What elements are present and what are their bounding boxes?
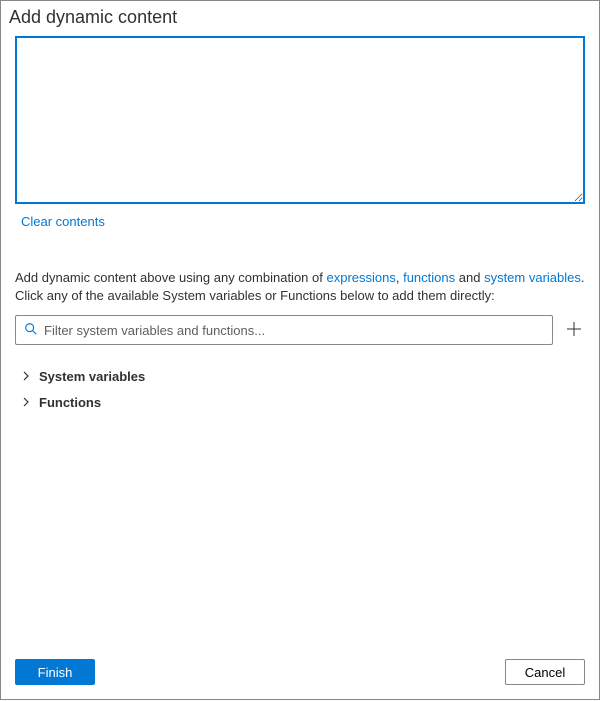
dialog-title: Add dynamic content (1, 1, 599, 36)
help-text-prefix: Add dynamic content above using any comb… (15, 270, 326, 285)
help-text-comma: , (396, 270, 403, 285)
dialog-content: Clear contents Add dynamic content above… (1, 36, 599, 647)
cancel-button[interactable]: Cancel (505, 659, 585, 685)
clear-contents-link[interactable]: Clear contents (21, 214, 105, 229)
search-icon (24, 322, 44, 339)
filter-input[interactable] (44, 323, 544, 338)
functions-link[interactable]: functions (403, 270, 455, 285)
filter-box[interactable] (15, 315, 553, 345)
add-dynamic-content-dialog: Add dynamic content Clear contents Add d… (0, 0, 600, 700)
system-variables-link[interactable]: system variables (484, 270, 581, 285)
help-text-and: and (455, 270, 484, 285)
tree-item-system-variables[interactable]: System variables (15, 363, 585, 389)
plus-icon (566, 321, 582, 340)
filter-row (15, 315, 585, 345)
expressions-link[interactable]: expressions (326, 270, 395, 285)
add-button[interactable] (563, 319, 585, 341)
finish-button[interactable]: Finish (15, 659, 95, 685)
tree-label-system-variables: System variables (39, 369, 145, 384)
dynamic-content-editor[interactable] (15, 36, 585, 204)
tree: System variables Functions (15, 363, 585, 415)
help-text: Add dynamic content above using any comb… (15, 269, 585, 305)
chevron-right-icon (21, 369, 39, 384)
chevron-right-icon (21, 395, 39, 410)
tree-item-functions[interactable]: Functions (15, 389, 585, 415)
dialog-footer: Finish Cancel (1, 647, 599, 699)
tree-label-functions: Functions (39, 395, 101, 410)
